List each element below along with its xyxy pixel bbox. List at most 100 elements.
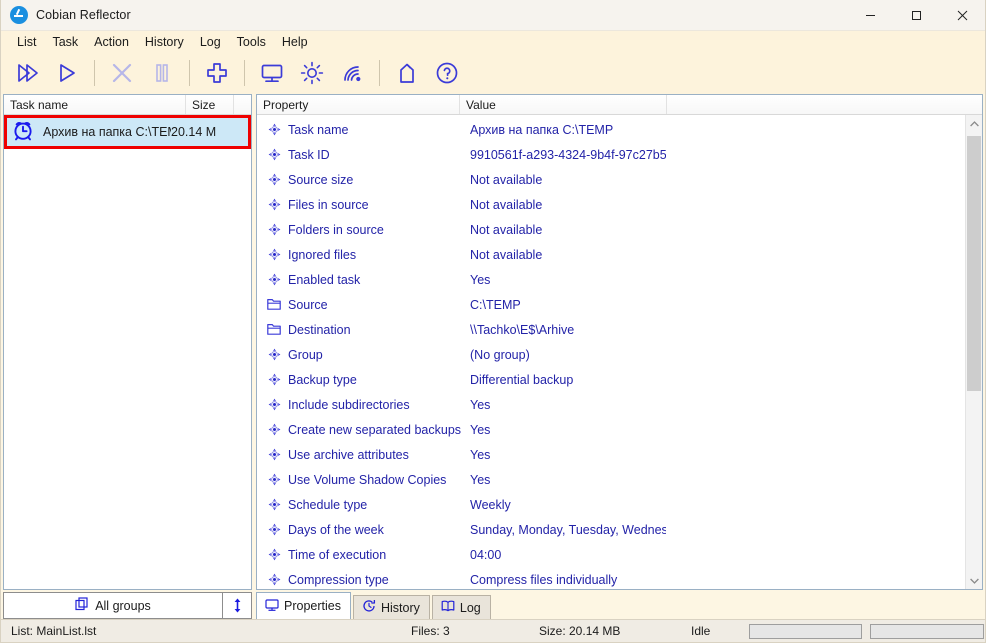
monitor-icon bbox=[265, 598, 279, 615]
menu-item-task[interactable]: Task bbox=[44, 33, 86, 51]
property-value: Not available bbox=[470, 197, 543, 212]
property-name: Task name bbox=[288, 122, 349, 137]
property-row[interactable]: Source C:\TEMP bbox=[257, 292, 965, 317]
property-row[interactable]: Folders in source Not available bbox=[257, 217, 965, 242]
property-row[interactable]: Backup type Differential backup bbox=[257, 367, 965, 392]
column-header-value[interactable]: Value bbox=[460, 95, 667, 114]
menu-item-action[interactable]: Action bbox=[86, 33, 137, 51]
column-header-size[interactable]: Size bbox=[186, 95, 234, 114]
menu-item-list[interactable]: List bbox=[9, 33, 44, 51]
window-controls bbox=[847, 0, 985, 31]
property-value: 9910561f-a293-4324-9b4f-97c27b5 bbox=[470, 147, 666, 162]
compass-dot-icon bbox=[264, 173, 284, 186]
pause-button[interactable] bbox=[142, 54, 182, 92]
property-row[interactable]: Time of execution 04:00 bbox=[257, 542, 965, 567]
compass-dot-icon bbox=[264, 373, 284, 386]
property-row[interactable]: Group (No group) bbox=[257, 342, 965, 367]
scroll-up-button[interactable] bbox=[966, 115, 982, 132]
properties-scrollbar[interactable] bbox=[965, 115, 982, 589]
toolbar bbox=[1, 52, 985, 94]
property-row[interactable]: Task name Архив на папка C:\TEMP bbox=[257, 117, 965, 142]
task-list: Task name Size Архив на папка C:\TEM 20.… bbox=[3, 94, 252, 590]
toolbar-separator bbox=[244, 60, 245, 86]
property-value: Yes bbox=[470, 272, 491, 287]
property-row[interactable]: Days of the week Sunday, Monday, Tuesday,… bbox=[257, 517, 965, 542]
table-row[interactable]: Архив на папка C:\TEM 20.14 M bbox=[4, 115, 251, 149]
run-all-tasks-button[interactable] bbox=[7, 54, 47, 92]
property-row[interactable]: Include subdirectories Yes bbox=[257, 392, 965, 417]
title-bar: Cobian Reflector bbox=[1, 0, 985, 31]
property-name: Compression type bbox=[288, 572, 389, 587]
property-name: Task ID bbox=[288, 147, 330, 162]
column-header-property[interactable]: Property bbox=[257, 95, 460, 114]
property-value: Differential backup bbox=[470, 372, 574, 387]
compass-dot-icon bbox=[264, 523, 284, 536]
new-task-button[interactable] bbox=[197, 54, 237, 92]
toolbar-separator bbox=[189, 60, 190, 86]
status-files: Files: 3 bbox=[411, 624, 450, 638]
home-button[interactable] bbox=[387, 54, 427, 92]
task-list-panel: Task name Size Архив на папка C:\TEM 20.… bbox=[3, 94, 252, 619]
folder-icon bbox=[264, 323, 284, 336]
status-state: Idle bbox=[691, 624, 711, 638]
compass-dot-icon bbox=[264, 148, 284, 161]
details-panel: Property Value Task name Архив на папка C… bbox=[256, 94, 983, 619]
minimize-button[interactable] bbox=[847, 0, 893, 31]
cobian-logo-icon bbox=[10, 6, 28, 24]
home-icon bbox=[400, 63, 414, 83]
tab-history[interactable]: History bbox=[352, 595, 430, 619]
status-size: Size: 20.14 MB bbox=[539, 624, 621, 638]
property-row[interactable]: Compression type Compress files individua… bbox=[257, 567, 965, 589]
maximize-button[interactable] bbox=[893, 0, 939, 31]
menu-item-help[interactable]: Help bbox=[274, 33, 316, 51]
property-row[interactable]: Ignored files Not available bbox=[257, 242, 965, 267]
question-circle-icon bbox=[436, 62, 458, 84]
column-header-task-name[interactable]: Task name bbox=[4, 95, 186, 114]
sort-order-button[interactable] bbox=[223, 592, 252, 619]
help-button[interactable] bbox=[427, 54, 467, 92]
property-name: Include subdirectories bbox=[288, 397, 410, 412]
window-title: Cobian Reflector bbox=[36, 8, 131, 22]
view-button[interactable] bbox=[252, 54, 292, 92]
property-row[interactable]: Create new separated backups Yes bbox=[257, 417, 965, 442]
property-row[interactable]: Use Volume Shadow Copies Yes bbox=[257, 467, 965, 492]
all-groups-label: All groups bbox=[95, 598, 151, 613]
run-selected-task-button[interactable] bbox=[47, 54, 87, 92]
property-name: Use archive attributes bbox=[288, 447, 409, 462]
all-groups-button[interactable]: All groups bbox=[3, 592, 223, 619]
tab-properties[interactable]: Properties bbox=[256, 592, 351, 619]
menu-bar: List Task Action History Log Tools Help bbox=[1, 31, 985, 52]
task-row-name: Архив на папка C:\TEM bbox=[43, 125, 171, 139]
group-bar: All groups bbox=[3, 592, 252, 619]
property-row[interactable]: Source size Not available bbox=[257, 167, 965, 192]
property-name: Enabled task bbox=[288, 272, 361, 287]
stop-x-icon bbox=[112, 63, 132, 83]
property-value: C:\TEMP bbox=[470, 297, 521, 312]
menu-item-history[interactable]: History bbox=[137, 33, 192, 51]
property-row[interactable]: Files in source Not available bbox=[257, 192, 965, 217]
stop-button[interactable] bbox=[102, 54, 142, 92]
property-row[interactable]: Use archive attributes Yes bbox=[257, 442, 965, 467]
property-row[interactable]: Schedule type Weekly bbox=[257, 492, 965, 517]
scrollbar-thumb[interactable] bbox=[967, 136, 981, 392]
property-value: Yes bbox=[470, 447, 491, 462]
property-row[interactable]: Destination \\Tachko\E$\Arhive bbox=[257, 317, 965, 342]
tab-log[interactable]: Log bbox=[431, 595, 491, 619]
progress-bar-secondary bbox=[870, 623, 984, 639]
alarm-clock-icon bbox=[11, 118, 35, 147]
task-list-header: Task name Size bbox=[4, 95, 251, 115]
status-list: List: MainList.lst bbox=[11, 624, 97, 638]
main-content: Task name Size Архив на папка C:\TEM 20.… bbox=[1, 94, 985, 619]
property-value: (No group) bbox=[470, 347, 530, 362]
remote-connect-button[interactable] bbox=[332, 54, 372, 92]
property-row[interactable]: Task ID 9910561f-a293-4324-9b4f-97c27b5 bbox=[257, 142, 965, 167]
close-button[interactable] bbox=[939, 0, 985, 31]
progress-bar-primary bbox=[749, 623, 862, 639]
scroll-down-button[interactable] bbox=[966, 572, 982, 589]
status-bar: List: MainList.lst Files: 3 Size: 20.14 … bbox=[1, 619, 985, 642]
menu-item-log[interactable]: Log bbox=[192, 33, 229, 51]
property-row[interactable]: Enabled task Yes bbox=[257, 267, 965, 292]
menu-item-tools[interactable]: Tools bbox=[229, 33, 274, 51]
options-button[interactable] bbox=[292, 54, 332, 92]
scrollbar-track[interactable] bbox=[966, 132, 982, 572]
